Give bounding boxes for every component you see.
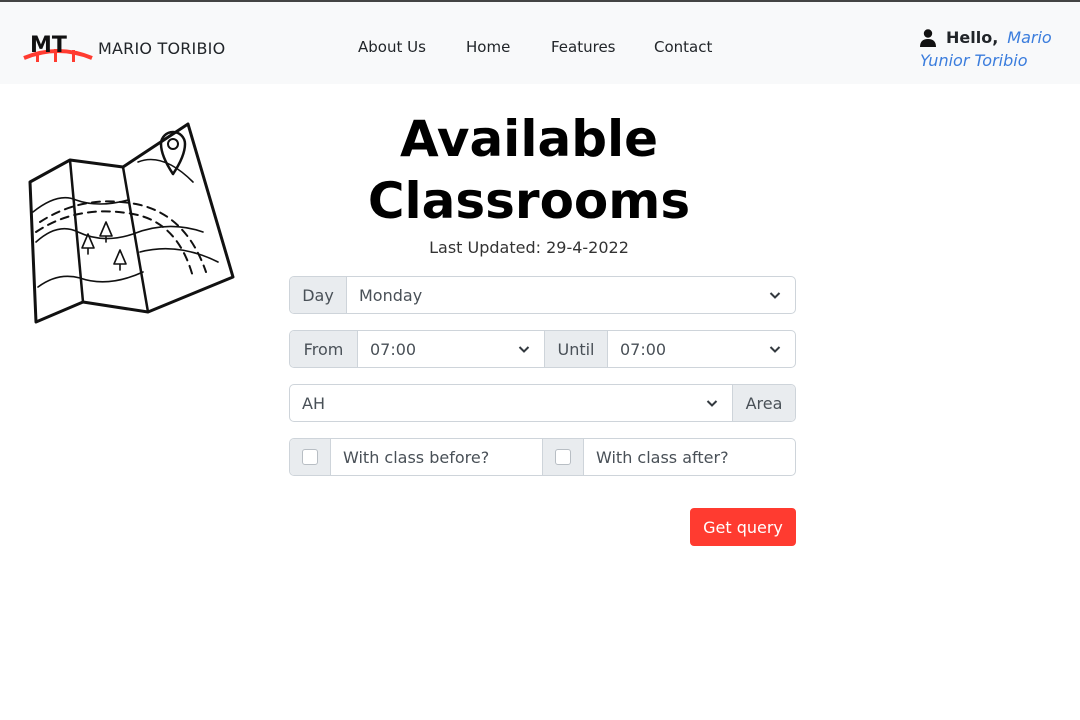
day-input-group: Day Monday: [289, 276, 796, 314]
with-class-before-checkbox[interactable]: [302, 449, 318, 465]
chevron-down-icon: [706, 400, 718, 407]
with-class-after-checkbox[interactable]: [555, 449, 571, 465]
get-query-button[interactable]: Get query: [690, 508, 796, 546]
chevron-down-icon: [518, 346, 530, 353]
brand-name: MARIO TORIBIO: [98, 38, 226, 58]
area-select-value: AH: [302, 393, 325, 413]
area-input-group: AH Area: [289, 384, 796, 422]
mt-logo-icon: MT: [23, 33, 93, 62]
until-time-select[interactable]: 07:00: [608, 331, 795, 367]
with-class-before-label: With class before?: [331, 439, 543, 475]
time-range-input-group: From 07:00 Until 07:00: [289, 330, 796, 368]
greeting-text: Hello,: [946, 28, 999, 47]
day-select-value: Monday: [359, 285, 423, 305]
nav-link-contact[interactable]: Contact: [654, 38, 712, 56]
nav-link-about-us[interactable]: About Us: [358, 38, 426, 56]
folded-map-illustration: [28, 122, 235, 324]
area-select[interactable]: AH: [290, 385, 732, 421]
last-updated-text: Last Updated: 29-4-2022: [429, 238, 629, 257]
nav-link-home[interactable]: Home: [466, 38, 510, 56]
until-label: Until: [545, 331, 608, 367]
navbar: MT MARIO TORIBIO About Us Home Features …: [0, 2, 1080, 84]
until-time-value: 07:00: [620, 339, 667, 359]
logo-text: MT: [30, 33, 67, 58]
page-title-line-2: Classrooms: [367, 172, 691, 230]
user-greeting: Hello, Mario Yunior Toribio: [920, 27, 1075, 73]
chevron-down-icon: [769, 346, 781, 353]
from-time-select[interactable]: 07:00: [358, 331, 545, 367]
from-time-value: 07:00: [370, 339, 417, 359]
day-label: Day: [290, 277, 347, 313]
brand[interactable]: MT MARIO TORIBIO: [22, 30, 225, 66]
area-label: Area: [732, 385, 795, 421]
page-title: Available Classrooms: [329, 108, 729, 232]
with-class-after-label: With class after?: [596, 447, 729, 467]
page-title-line-1: Available: [399, 110, 659, 168]
class-before-check-cell: [290, 439, 331, 475]
user-icon: [920, 29, 936, 47]
user-name-first[interactable]: Mario: [1007, 27, 1051, 49]
nav-link-features[interactable]: Features: [551, 38, 616, 56]
from-label: From: [290, 331, 358, 367]
day-select[interactable]: Monday: [347, 277, 795, 313]
user-name-rest[interactable]: Yunior Toribio: [920, 49, 1075, 73]
class-after-check-cell: [543, 439, 584, 475]
class-options-input-group: With class before? With class after?: [289, 438, 796, 476]
chevron-down-icon: [769, 292, 781, 299]
